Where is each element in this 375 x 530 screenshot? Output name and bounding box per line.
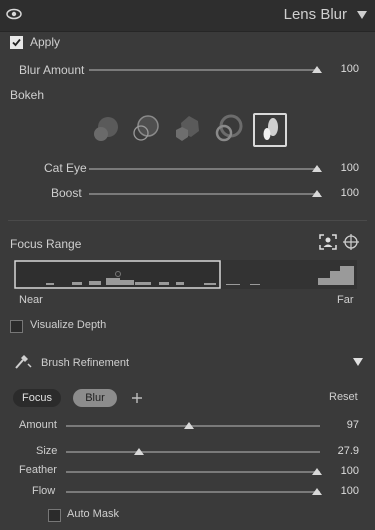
bokeh-label: Bokeh	[10, 88, 45, 102]
checkmark-icon	[12, 38, 21, 47]
boost-slider[interactable]	[89, 193, 320, 195]
size-value: 27.9	[337, 445, 359, 457]
panel-header: Lens Blur	[0, 0, 375, 32]
focus-range-label: Focus Range	[10, 237, 82, 251]
collapse-triangle-icon[interactable]	[357, 11, 367, 19]
flow-value: 100	[340, 485, 359, 497]
blur-amount-label: Blur Amount	[19, 63, 85, 77]
flow-label: Flow	[32, 485, 56, 497]
bokeh-oval-icon	[263, 118, 278, 140]
bokeh-ring-icon	[133, 115, 159, 141]
amount-thumb[interactable]	[184, 422, 194, 429]
cat-eye-thumb[interactable]	[312, 165, 322, 172]
amount-value: 97	[346, 419, 359, 431]
near-label: Near	[19, 294, 43, 306]
cat-eye-label: Cat Eye	[44, 161, 87, 175]
bokeh-oval-button[interactable]	[253, 113, 287, 147]
bokeh-blade-button[interactable]	[171, 113, 203, 145]
brush-icon	[15, 355, 32, 369]
crosshair-icon[interactable]	[343, 234, 359, 250]
depth-histogram-graph	[14, 260, 357, 289]
size-slider[interactable]	[66, 451, 320, 453]
apply-label: Apply	[30, 35, 61, 49]
feather-label: Feather	[19, 464, 57, 476]
bokeh-blade-icon	[176, 116, 199, 141]
eye-icon[interactable]	[6, 8, 22, 20]
brush-refinement-collapse-icon[interactable]	[353, 358, 363, 366]
bokeh-circle-icon	[94, 117, 118, 141]
size-label: Size	[36, 445, 58, 457]
cat-eye-slider[interactable]	[89, 168, 320, 170]
feather-slider[interactable]	[66, 471, 320, 473]
subject-focus-icon[interactable]	[319, 234, 337, 250]
bokeh-cat-eye-button[interactable]	[212, 113, 244, 145]
size-thumb[interactable]	[134, 448, 144, 455]
flow-thumb[interactable]	[312, 488, 322, 495]
apply-checkbox[interactable]	[10, 36, 23, 49]
boost-thumb[interactable]	[312, 190, 322, 197]
focus-range-histogram[interactable]	[14, 260, 357, 289]
cat-eye-value: 100	[340, 162, 359, 174]
amount-label: Amount	[19, 419, 57, 431]
focus-tab[interactable]: Focus	[13, 389, 61, 407]
visualize-depth-checkbox[interactable]	[10, 320, 23, 333]
flow-slider[interactable]	[66, 491, 320, 493]
section-divider	[8, 220, 367, 221]
blur-amount-thumb[interactable]	[312, 66, 322, 73]
bokeh-circle-button[interactable]	[90, 113, 122, 145]
blur-amount-slider[interactable]	[89, 69, 320, 71]
feather-thumb[interactable]	[312, 468, 322, 475]
visualize-depth-label: Visualize Depth	[30, 319, 107, 331]
panel-title: Lens Blur	[283, 6, 347, 23]
blur-amount-value: 100	[340, 63, 359, 75]
boost-label: Boost	[51, 186, 82, 200]
add-icon[interactable]	[130, 391, 144, 405]
brush-refinement-label: Brush Refinement	[41, 357, 130, 369]
auto-mask-label: Auto Mask	[67, 508, 119, 520]
bokeh-ring-button[interactable]	[130, 113, 162, 145]
reset-button[interactable]: Reset	[329, 391, 358, 403]
blur-tab[interactable]: Blur	[73, 389, 117, 407]
feather-value: 100	[340, 465, 359, 477]
far-label: Far	[337, 294, 354, 306]
boost-value: 100	[340, 187, 359, 199]
bokeh-cat-eye-icon	[215, 114, 243, 142]
auto-mask-checkbox[interactable]	[48, 509, 61, 522]
